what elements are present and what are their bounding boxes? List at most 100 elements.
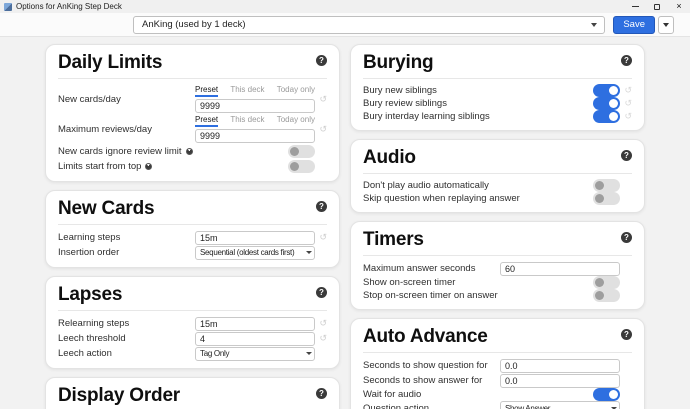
tab-preset[interactable]: Preset — [195, 115, 218, 127]
relearning-steps-input[interactable] — [195, 317, 315, 331]
help-icon[interactable]: ? — [316, 287, 327, 298]
left-column: Daily Limits ? New cards/day Preset This… — [45, 44, 340, 409]
minimize-icon — [632, 6, 639, 7]
close-button[interactable]: × — [668, 0, 690, 13]
window-title: Options for AnKing Step Deck — [16, 2, 122, 11]
question-action-row: Question action Show Answer — [363, 401, 632, 409]
divider — [363, 352, 632, 353]
maximize-button[interactable] — [646, 0, 668, 13]
bury-interday-siblings-toggle[interactable] — [593, 110, 620, 123]
divider — [58, 224, 327, 225]
audio-title: Audio — [363, 147, 416, 169]
learning-steps-input[interactable] — [195, 231, 315, 245]
help-icon[interactable]: ? — [316, 388, 327, 399]
minimize-button[interactable] — [624, 0, 646, 13]
seconds-answer-row: Seconds to show answer for — [363, 373, 632, 388]
learning-steps-label: Learning steps — [58, 232, 120, 243]
help-icon[interactable]: ? — [621, 55, 632, 66]
divider — [363, 255, 632, 256]
dont-play-audio-row: Don't play audio automatically — [363, 179, 632, 192]
bury-new-siblings-toggle[interactable] — [593, 84, 620, 97]
question-action-select[interactable]: Show Answer — [500, 401, 620, 409]
bury-interday-siblings-label: Bury interday learning siblings — [363, 111, 490, 122]
revert-icon[interactable]: ↺ — [315, 334, 327, 343]
show-timer-toggle[interactable] — [593, 276, 620, 289]
collection-setting-icon — [145, 163, 152, 170]
max-reviews-per-day-input[interactable] — [195, 129, 315, 143]
wait-for-audio-label: Wait for audio — [363, 389, 421, 400]
leech-action-row: Leech action Tag Only — [58, 346, 327, 361]
chevron-down-icon — [608, 402, 619, 409]
show-timer-label: Show on-screen timer — [363, 277, 455, 288]
revert-icon[interactable]: ↺ — [315, 319, 327, 328]
revert-icon[interactable]: ↺ — [620, 112, 632, 121]
seconds-question-input[interactable] — [500, 359, 620, 373]
max-reviews-per-day-label: Maximum reviews/day — [58, 124, 152, 135]
burying-card: Burying ? Bury new siblings ↺ Bury revie… — [350, 44, 645, 131]
revert-icon[interactable]: ↺ — [620, 99, 632, 108]
bury-new-siblings-row: Bury new siblings ↺ — [363, 84, 632, 97]
limits-start-from-top-row: Limits start from top — [58, 159, 327, 174]
tab-this-deck[interactable]: This deck — [230, 85, 264, 97]
seconds-question-label: Seconds to show question for — [363, 360, 488, 371]
limits-start-from-top-toggle[interactable] — [288, 160, 315, 173]
skip-question-toggle[interactable] — [593, 192, 620, 205]
revert-icon[interactable]: ↺ — [315, 95, 327, 104]
seconds-answer-label: Seconds to show answer for — [363, 375, 482, 386]
bury-review-siblings-label: Bury review siblings — [363, 98, 447, 109]
lapses-card: Lapses ? Relearning steps ↺ Leech thresh… — [45, 276, 340, 369]
help-icon[interactable]: ? — [316, 55, 327, 66]
wait-for-audio-toggle[interactable] — [593, 388, 620, 401]
bury-review-siblings-toggle[interactable] — [593, 97, 620, 110]
divider — [363, 173, 632, 174]
leech-threshold-label: Leech threshold — [58, 333, 126, 344]
tab-preset[interactable]: Preset — [195, 85, 218, 97]
deck-options-window: Options for AnKing Step Deck × AnKing (u… — [0, 0, 690, 409]
new-cards-per-day-label: New cards/day — [58, 94, 121, 105]
relearning-steps-label: Relearning steps — [58, 318, 129, 329]
max-answer-seconds-input[interactable] — [500, 262, 620, 276]
toolbar: AnKing (used by 1 deck) Save — [0, 13, 690, 37]
help-icon[interactable]: ? — [621, 329, 632, 340]
preset-select[interactable]: AnKing (used by 1 deck) — [133, 16, 605, 34]
preset-select-value: AnKing (used by 1 deck) — [142, 19, 588, 30]
ignore-review-limit-row: New cards ignore review limit — [58, 144, 327, 159]
tab-today-only[interactable]: Today only — [277, 85, 315, 97]
save-button[interactable]: Save — [613, 16, 655, 34]
right-column: Burying ? Bury new siblings ↺ Bury revie… — [350, 44, 645, 409]
wait-for-audio-row: Wait for audio — [363, 388, 632, 401]
bury-new-siblings-label: Bury new siblings — [363, 85, 437, 96]
ignore-review-limit-toggle[interactable] — [288, 145, 315, 158]
dont-play-audio-toggle[interactable] — [593, 179, 620, 192]
tab-today-only[interactable]: Today only — [277, 115, 315, 127]
save-menu-button[interactable] — [658, 16, 674, 34]
stop-timer-toggle[interactable] — [593, 289, 620, 302]
auto-advance-card: Auto Advance ? Seconds to show question … — [350, 318, 645, 409]
revert-icon[interactable]: ↺ — [315, 125, 327, 134]
help-icon[interactable]: ? — [621, 150, 632, 161]
insertion-order-select[interactable]: Sequential (oldest cards first) — [195, 246, 315, 260]
revert-icon[interactable]: ↺ — [620, 86, 632, 95]
window-controls: × — [624, 0, 690, 13]
new-cards-per-day-row: New cards/day Preset This deck Today onl… — [58, 84, 327, 114]
relearning-steps-row: Relearning steps ↺ — [58, 316, 327, 331]
auto-advance-title: Auto Advance — [363, 326, 488, 348]
seconds-answer-input[interactable] — [500, 374, 620, 388]
help-icon[interactable]: ? — [621, 232, 632, 243]
divider — [58, 310, 327, 311]
revert-icon[interactable]: ↺ — [315, 233, 327, 242]
maximize-icon — [654, 4, 660, 10]
limit-scope-tabs: Preset This deck Today only — [195, 85, 315, 97]
new-cards-per-day-input[interactable] — [195, 99, 315, 113]
display-order-card: Display Order ? New card gather order As… — [45, 377, 340, 409]
leech-threshold-input[interactable] — [195, 332, 315, 346]
tab-this-deck[interactable]: This deck — [230, 115, 264, 127]
help-icon[interactable]: ? — [316, 201, 327, 212]
limit-scope-tabs: Preset This deck Today only — [195, 115, 315, 127]
question-action-label: Question action — [363, 403, 429, 409]
max-reviews-per-day-row: Maximum reviews/day Preset This deck Tod… — [58, 114, 327, 144]
skip-question-row: Skip question when replaying answer — [363, 192, 632, 205]
leech-action-select[interactable]: Tag Only — [195, 347, 315, 361]
daily-limits-card: Daily Limits ? New cards/day Preset This… — [45, 44, 340, 182]
titlebar: Options for AnKing Step Deck × — [0, 0, 690, 13]
